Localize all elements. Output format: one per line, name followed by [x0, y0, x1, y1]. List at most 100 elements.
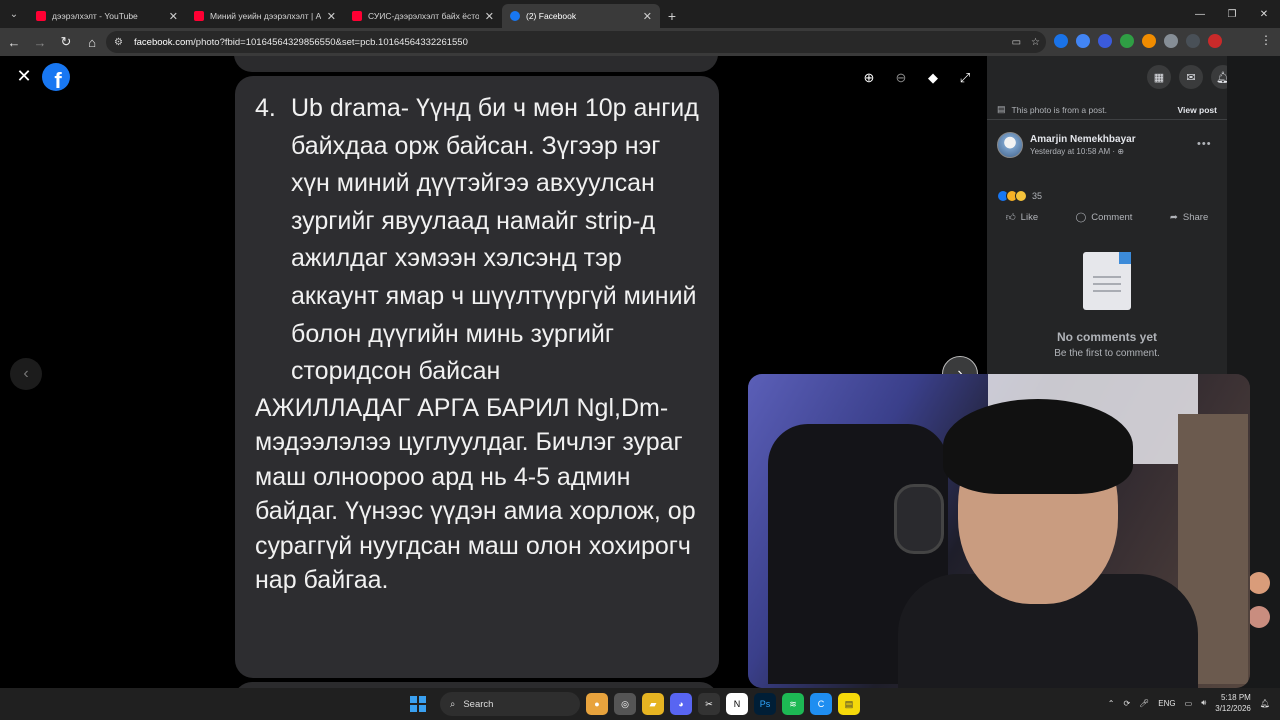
- close-icon[interactable]: ✕: [14, 66, 34, 87]
- volume-icon[interactable]: 🔊︎: [1201, 698, 1206, 708]
- list-number: 4.: [255, 94, 276, 122]
- tab-title: (2) Facebook: [526, 11, 577, 21]
- list-item-text: Ub drama- Үүнд би ч мөн 10р ангид байхда…: [291, 94, 699, 386]
- view-post-link[interactable]: View post: [1177, 105, 1217, 115]
- tab-title: СУИС-дээрэлхэлт байх ёстой: [368, 11, 479, 21]
- network-icon[interactable]: ▭: [1185, 699, 1193, 708]
- previous-photo-button[interactable]: ‹: [10, 358, 42, 390]
- back-arrow-icon[interactable]: ←: [2, 30, 26, 54]
- microphone-icon[interactable]: 🎤︎: [1139, 699, 1149, 708]
- file-explorer-icon[interactable]: ▰: [642, 693, 664, 715]
- like-button[interactable]: 👍︎ Like: [1005, 211, 1039, 224]
- extension-icon[interactable]: [1076, 34, 1090, 48]
- zoom-in-icon[interactable]: ⊕: [860, 70, 878, 86]
- headset-icon: [894, 484, 944, 554]
- tab-close-icon[interactable]: ✕: [169, 10, 178, 23]
- browser-menu-icon[interactable]: ⋮: [1260, 33, 1272, 47]
- author-name[interactable]: Amarjin Nemekhbayar: [1030, 134, 1136, 145]
- spotify-icon[interactable]: ≋: [782, 693, 804, 715]
- close-window-icon[interactable]: ✕: [1248, 0, 1280, 28]
- chrome-icon[interactable]: [1142, 34, 1156, 48]
- search-icon: ⌕: [450, 698, 456, 710]
- capcut-icon[interactable]: ✂: [698, 693, 720, 715]
- tab-title: Миний уеийн дээрэлхэлт | АРГ: [210, 11, 321, 21]
- maximize-icon[interactable]: ❐: [1216, 0, 1248, 28]
- windows-start-icon[interactable]: [410, 696, 426, 712]
- webcam-overlay: [748, 374, 1250, 688]
- youtube-icon: [36, 11, 46, 21]
- bookmark-star-icon[interactable]: ☆: [1031, 37, 1040, 48]
- contact-avatar[interactable]: [1248, 572, 1270, 594]
- photoshop-icon[interactable]: Ps: [754, 693, 776, 715]
- thumbs-up-icon: 👍︎: [1005, 212, 1016, 223]
- extension-icon[interactable]: [1120, 34, 1134, 48]
- profile-avatar-icon[interactable]: [1208, 34, 1222, 48]
- sticky-notes-icon[interactable]: ▤: [838, 693, 860, 715]
- comment-bubble-icon: ◯: [1075, 211, 1087, 223]
- tab-search-icon[interactable]: ⌄: [0, 0, 28, 28]
- author-avatar[interactable]: [997, 132, 1023, 158]
- comment-label: Comment: [1091, 211, 1133, 223]
- browser-tab-active[interactable]: (2) Facebook ✕: [502, 4, 660, 28]
- share-button[interactable]: ➦ Share: [1170, 212, 1208, 223]
- tab-close-icon[interactable]: ✕: [643, 10, 652, 23]
- app-c-icon[interactable]: C: [810, 693, 832, 715]
- empty-comments-state: No comments yet Be the first to comment.: [987, 252, 1227, 359]
- comment-button[interactable]: ◯ Comment: [1076, 212, 1133, 223]
- browser-tab[interactable]: СУИС-дээрэлхэлт байх ёстой ✕: [344, 4, 502, 28]
- url-text: facebook.com/photo?fbid=1016456432985655…: [134, 36, 468, 48]
- reload-icon[interactable]: ↻: [54, 30, 78, 54]
- clock[interactable]: 5:18 PM 3/12/2026: [1215, 692, 1251, 714]
- browser-tab[interactable]: дээрэлхэлт - YouTube ✕: [28, 4, 186, 28]
- contact-avatar[interactable]: [1248, 606, 1270, 628]
- notification-center-icon[interactable]: 🔔︎: [1260, 699, 1270, 708]
- reactions-summary[interactable]: 35: [997, 190, 1042, 202]
- language-indicator[interactable]: ENG: [1158, 699, 1175, 708]
- tab-title: дээрэлхэлт - YouTube: [52, 11, 138, 21]
- messenger-icon[interactable]: ✉: [1179, 65, 1203, 89]
- extension-icons: [1054, 34, 1222, 48]
- puzzle-icon[interactable]: [1164, 34, 1178, 48]
- no-comments-title: No comments yet: [1056, 330, 1158, 344]
- taskbar-search[interactable]: ⌕ Search: [440, 692, 580, 716]
- system-tray: ⌃ ⟳ 🎤︎ ENG ▭ 🔊︎ 5:18 PM 3/12/2026 🔔︎: [1108, 692, 1270, 714]
- playlist-icon[interactable]: [1186, 34, 1200, 48]
- extension-icon[interactable]: [1098, 34, 1112, 48]
- menu-grid-icon[interactable]: ▦: [1147, 65, 1171, 89]
- discord-icon[interactable]: ◕: [670, 693, 692, 715]
- sync-icon[interactable]: ⟳: [1123, 699, 1130, 708]
- more-options-icon[interactable]: •••: [1197, 138, 1212, 150]
- tag-icon[interactable]: ◆: [924, 70, 942, 86]
- notion-icon[interactable]: N: [726, 693, 748, 715]
- post-author: Amarjin Nemekhbayar Yesterday at 10:58 A…: [997, 132, 1136, 158]
- zoom-out-icon[interactable]: ⊖: [892, 70, 910, 86]
- list-item: 4. Ub drama- Үүнд би ч мөн 10р ангид бай…: [255, 90, 699, 391]
- wow-reaction-icon: [1015, 190, 1027, 202]
- browser-tab[interactable]: Миний уеийн дээрэлхэлт | АРГ ✕: [186, 4, 344, 28]
- from-post-text: This photo is from a post.: [1011, 104, 1107, 115]
- tab-close-icon[interactable]: ✕: [327, 10, 336, 23]
- address-bar[interactable]: ⚙ facebook.com/photo?fbid=10164564329856…: [106, 31, 1046, 53]
- viewer-toolbar: ⊕ ⊖ ◆ ⤢: [860, 70, 974, 86]
- youtube-icon: [194, 11, 204, 21]
- clock-date: 3/12/2026: [1215, 704, 1251, 713]
- from-post-banner: ▤ This photo is from a post. View post: [987, 100, 1227, 120]
- tab-close-icon[interactable]: ✕: [485, 10, 494, 23]
- new-tab-button[interactable]: +: [660, 4, 684, 28]
- cast-icon[interactable]: ▭: [1012, 37, 1021, 48]
- chevron-up-icon[interactable]: ⌃: [1108, 699, 1115, 708]
- minimize-icon[interactable]: —: [1184, 0, 1216, 28]
- site-info-icon[interactable]: ⚙: [114, 37, 128, 48]
- app-taskbar-icon[interactable]: ◎: [614, 693, 636, 715]
- home-icon[interactable]: ⌂: [80, 30, 104, 54]
- sidebar-header: ▦ ✉ 🔔︎ 2: [987, 56, 1269, 96]
- chrome-taskbar-icon[interactable]: ●: [586, 693, 608, 715]
- extension-icon[interactable]: [1054, 34, 1068, 48]
- forward-arrow-icon[interactable]: →: [28, 30, 52, 54]
- like-label: Like: [1020, 211, 1039, 223]
- facebook-logo-icon[interactable]: f: [42, 63, 70, 91]
- post-timestamp[interactable]: Yesterday at 10:58 AM · ⊕: [1030, 147, 1136, 156]
- fullscreen-icon[interactable]: ⤢: [956, 70, 974, 86]
- share-label: Share: [1182, 211, 1209, 223]
- browser-tab-strip: ⌄ дээрэлхэлт - YouTube ✕ Миний уеийн дээ…: [0, 0, 1280, 28]
